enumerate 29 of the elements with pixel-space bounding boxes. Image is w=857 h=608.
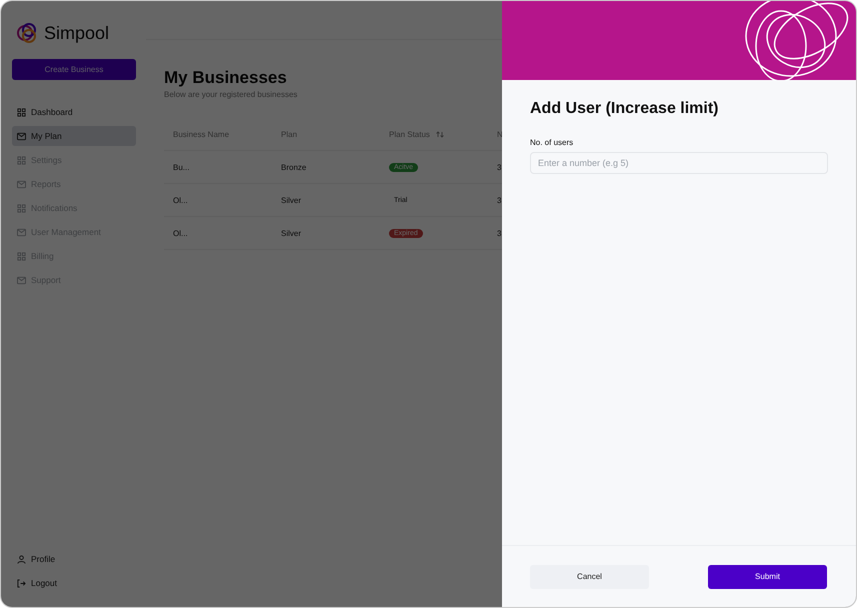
- mail-icon: [17, 276, 26, 284]
- grid-icon: [17, 252, 26, 260]
- grid-icon: [17, 108, 26, 116]
- table-cell: Ol...: [164, 217, 272, 250]
- page-title: My Businesses: [164, 68, 288, 88]
- table-cell: Silver: [272, 184, 380, 217]
- drawer-title: Add User (Increase limit): [530, 100, 720, 118]
- table-cell: Bu...: [164, 151, 272, 184]
- create-business-button[interactable]: Create Business: [12, 59, 136, 80]
- table-cell: Bronze: [272, 151, 380, 184]
- sidebar-item[interactable]: Logout: [12, 573, 136, 593]
- grid-icon: [17, 204, 26, 212]
- field-label: No. of users: [530, 138, 574, 147]
- table-cell: Ol...: [164, 184, 272, 217]
- sidebar-item[interactable]: Dashboard: [12, 102, 136, 122]
- mail-icon: [17, 228, 26, 236]
- brand-name: Simpool: [44, 23, 110, 44]
- grid-icon: [17, 156, 26, 164]
- submit-button[interactable]: Submit: [708, 564, 827, 588]
- table-cell: Silver: [272, 217, 380, 250]
- sidebar-item[interactable]: My Plan: [12, 126, 136, 146]
- sort-icon: [436, 131, 444, 138]
- user-icon: [17, 554, 26, 564]
- mail-icon: [17, 180, 26, 188]
- mail-icon: [17, 132, 26, 140]
- users-input-field[interactable]: Enter a number (e.g 5): [530, 152, 828, 174]
- logout-icon: [17, 578, 26, 588]
- sidebar-item[interactable]: Profile: [12, 549, 136, 569]
- cancel-button[interactable]: Cancel: [530, 564, 649, 588]
